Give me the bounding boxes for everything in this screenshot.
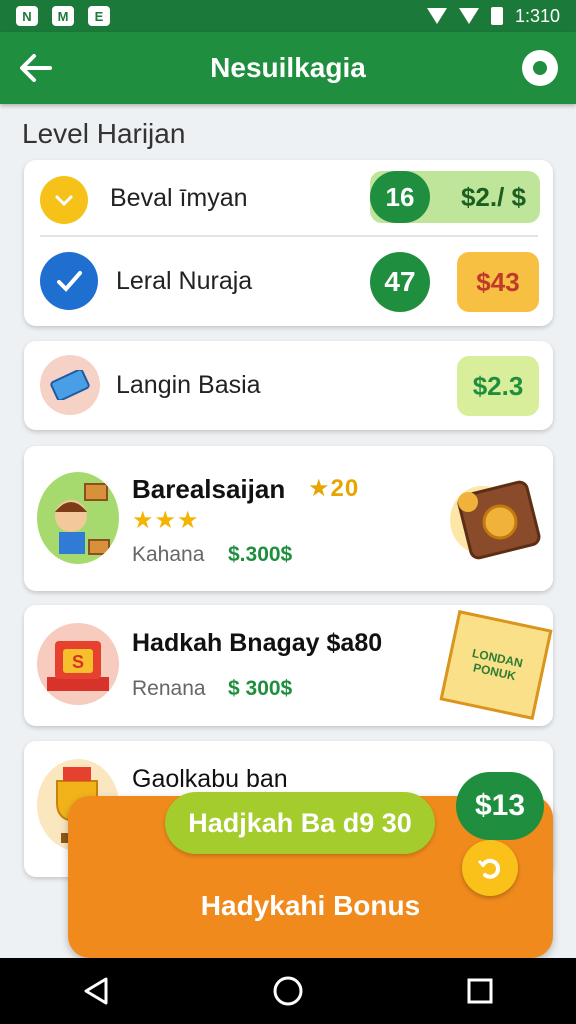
recents-nav-icon[interactable] (450, 971, 510, 1011)
safe-coin-icon (442, 474, 542, 566)
item-subtitle: Renana (132, 677, 206, 700)
item-title: Hadkah Bnagay $a80 (132, 629, 383, 657)
list-item[interactable]: Barealsaijan ★20 ★★★ Kahana $.300$ (24, 446, 553, 591)
ticket-text: LONDAN PONUK (470, 645, 525, 684)
wifi-icon (426, 8, 447, 24)
price-pill[interactable]: $43 (457, 252, 539, 312)
bonus-label: Hadykahi Bonus (200, 890, 421, 921)
item-title: Gaolkabu ban (132, 765, 288, 793)
item-reward: $.300$ (228, 543, 293, 566)
system-nav-bar (0, 958, 576, 1024)
notification-icon: M (52, 6, 74, 26)
bonus-pill[interactable]: Hadjkah Ba d9 30 (165, 792, 435, 854)
notification-icon: N (16, 6, 38, 26)
item-title: Barealsaijan (132, 474, 286, 504)
treasure-chest-icon: S (37, 623, 119, 705)
location-pin-icon[interactable] (522, 50, 558, 86)
home-nav-icon[interactable] (258, 971, 318, 1011)
app-bar: Nesuilkagia (0, 32, 576, 104)
row-label: Beval īmyan (110, 184, 248, 212)
list-item[interactable]: S Hadkah Bnagay $a80 Renana $ 300$ LONDA… (24, 605, 553, 726)
count-bubble[interactable]: 47 (370, 252, 430, 312)
battery-icon (490, 7, 503, 25)
checkmark-icon[interactable] (40, 252, 98, 310)
kid-character-icon (37, 472, 119, 564)
item-subtitle: Kahana (132, 543, 205, 566)
star-rating: ★★★ (132, 507, 200, 534)
notification-icon: E (88, 6, 110, 26)
level-card: Beval īmyan $2./ $ 16 Leral Nuraja 47 $4… (24, 160, 553, 326)
price-value: $2./ $ (460, 181, 526, 212)
clock: 1:310 (514, 5, 560, 26)
row-label: Langin Basia (116, 371, 261, 399)
list-item[interactable]: Langin Basia $2.3 (24, 341, 553, 430)
reward-bubble[interactable]: $13 (456, 772, 544, 840)
bonus-ticket-icon: LONDAN PONUK (439, 610, 553, 720)
price-pill[interactable]: $2.3 (457, 356, 539, 416)
row-label: Leral Nuraja (116, 267, 253, 295)
section-title: Level Harijan (22, 118, 186, 149)
status-bar: N M E 1:310 (0, 0, 576, 32)
count-badge: 16 (370, 171, 430, 223)
arrow-left-icon[interactable] (18, 50, 58, 86)
svg-text:S: S (72, 652, 84, 672)
ticket-icon (40, 355, 100, 415)
divider (40, 235, 538, 237)
chevron-down-icon[interactable] (40, 176, 88, 224)
back-nav-icon[interactable] (66, 971, 126, 1011)
star-badge: ★20 (308, 475, 360, 502)
page-title: Nesuilkagia (210, 52, 366, 83)
signal-icon (458, 8, 479, 24)
refresh-icon[interactable] (462, 840, 518, 896)
item-reward: $ 300$ (228, 677, 293, 700)
